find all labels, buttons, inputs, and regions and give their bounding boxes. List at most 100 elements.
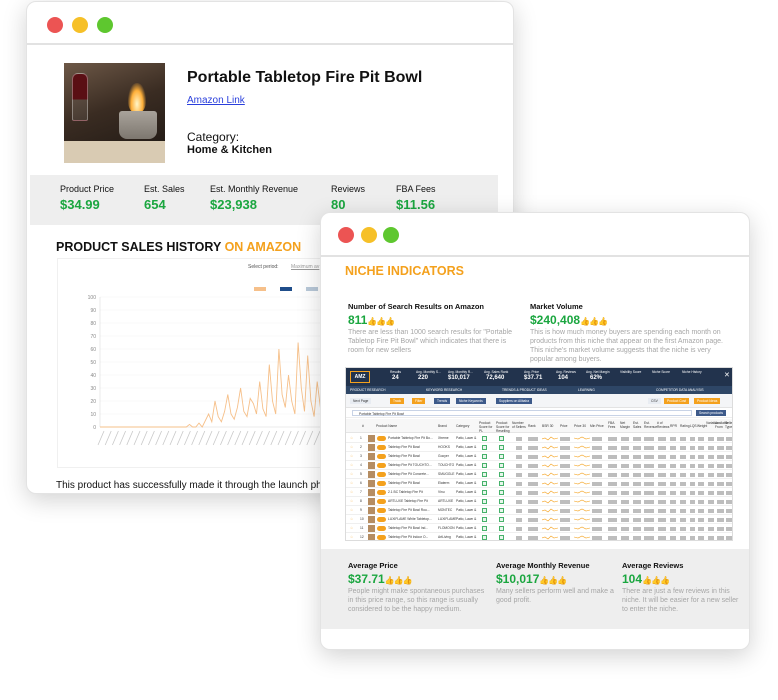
- x-tick-mark: [97, 430, 105, 446]
- table-row[interactable]: ☆ 8 ARTLUXE Tabletop Fire Pit ARTLUXE Patio,…: [346, 497, 732, 506]
- product-name[interactable]: Tabletop Fire Pit TOUCHTO...: [388, 463, 436, 467]
- product-name[interactable]: LUXIFLAME White Tabletop...: [388, 517, 436, 521]
- product-name[interactable]: Tabletop Fire Pit Bowl: [388, 454, 436, 458]
- cell: [698, 491, 704, 495]
- amazon-link[interactable]: Amazon Link: [187, 95, 245, 106]
- star-icon[interactable]: ☆: [350, 517, 353, 521]
- x-tick-mark: [270, 430, 278, 446]
- product-thumbnail: [368, 516, 375, 523]
- star-icon[interactable]: ☆: [350, 490, 353, 494]
- row-number: 4: [360, 463, 362, 467]
- search-products-button[interactable]: Search products: [696, 410, 726, 416]
- table-row[interactable]: ☆ 1 Portable Tabletop Fire Pit Bo... Xtreme…: [346, 434, 732, 443]
- table-row[interactable]: ☆ 9 Tabletop Fire Pit Bowl Rou... MONTEC Pat…: [346, 506, 732, 515]
- table-row[interactable]: ☆ 12 Tabletop Fire Pit Indoor O... ArtLivin…: [346, 533, 732, 540]
- max-period-link[interactable]: Maximum av: [291, 264, 319, 270]
- row-number: 3: [360, 454, 362, 458]
- cell: [680, 473, 686, 477]
- product-name[interactable]: Tabletop Fire Pit Bowl: [388, 481, 436, 485]
- cell: [717, 518, 724, 522]
- cell: [670, 500, 676, 504]
- price-sparkline: [574, 463, 590, 467]
- product-name[interactable]: Portable Tabletop Fire Pit Bo...: [388, 436, 436, 440]
- minimize-window-button[interactable]: [72, 17, 88, 33]
- star-icon[interactable]: ☆: [350, 535, 353, 539]
- pl-score: [482, 525, 487, 531]
- y-tick-label: 20: [90, 399, 96, 405]
- table-row[interactable]: ☆ 10 LUXIFLAME White Tabletop... LUXIFLAME P…: [346, 515, 732, 524]
- cell: [726, 527, 732, 531]
- cell: [698, 455, 704, 459]
- table-row[interactable]: ☆ 3 Tabletop Fire Pit Bowl Gooyer Patio, Law…: [346, 452, 732, 461]
- pl-score: [482, 516, 487, 522]
- pl-score: [482, 444, 487, 450]
- cell: [726, 509, 732, 513]
- product-name[interactable]: Tabletop Fire Pit Bowl Ind...: [388, 526, 436, 530]
- table-row[interactable]: ☆ 5 Tabletop Fire Pit Concrete... SMUGGLE Pa…: [346, 470, 732, 479]
- pl-score: [482, 462, 487, 468]
- cell: [708, 509, 714, 513]
- stat-est-monthly-revenue: Est. Monthly Revenue $23,938: [210, 184, 299, 212]
- product-name[interactable]: 2.1 BC Tabletop Fire Pit: [388, 490, 436, 494]
- cell: [516, 473, 522, 477]
- cell: [717, 464, 724, 468]
- table-row[interactable]: ☆ 11 Tabletop Fire Pit Bowl Ind... FLOMOON P…: [346, 524, 732, 533]
- table-row[interactable]: ☆ 6 Tabletop Fire Pit Bowl Elaterm Patio, La…: [346, 479, 732, 488]
- x-tick-mark: [162, 430, 170, 446]
- cell: [680, 518, 686, 522]
- product-badge: [377, 454, 386, 459]
- close-window-button[interactable]: [47, 17, 63, 33]
- cell: [621, 482, 629, 486]
- maximize-window-button[interactable]: [383, 227, 399, 243]
- star-icon[interactable]: ☆: [350, 481, 353, 485]
- cell: [608, 491, 617, 495]
- maximize-window-button[interactable]: [97, 17, 113, 33]
- product-name[interactable]: Tabletop Fire Pit Bowl Rou...: [388, 508, 436, 512]
- brand: FLOMOON: [438, 526, 455, 530]
- x-tick-mark: [119, 430, 126, 446]
- row-number: 7: [360, 490, 362, 494]
- product-thumbnail: [368, 489, 375, 496]
- product-name[interactable]: ARTLUXE Tabletop Fire Pit: [388, 499, 436, 503]
- cell: [560, 446, 570, 450]
- product-name[interactable]: Tabletop Fire Pit Indoor O...: [388, 535, 436, 539]
- star-icon[interactable]: ☆: [350, 472, 353, 476]
- star-icon[interactable]: ☆: [350, 436, 353, 440]
- brand: HOOKS: [438, 445, 450, 449]
- minimize-window-button[interactable]: [361, 227, 377, 243]
- close-window-button[interactable]: [338, 227, 354, 243]
- cell: [680, 446, 686, 450]
- bsr-sparkline: [542, 463, 558, 468]
- star-icon[interactable]: ☆: [350, 463, 353, 467]
- cell: [708, 536, 714, 540]
- product-name[interactable]: Tabletop Fire Pit Concrete...: [388, 472, 436, 476]
- cell: [726, 500, 732, 504]
- product-research-table-preview: AMZ Results 24 Avg. Monthly S... 220 Avg. …: [345, 367, 733, 541]
- product-name[interactable]: Tabletop Fire Pit Bowl: [388, 445, 436, 449]
- x-tick-mark: [299, 430, 306, 446]
- table-header: # Product Name Brand Category Product Sc…: [346, 419, 732, 433]
- price-sparkline: [574, 445, 590, 449]
- star-icon[interactable]: ☆: [350, 526, 353, 530]
- cell: [621, 491, 629, 495]
- star-icon[interactable]: ☆: [350, 499, 353, 503]
- cell: [644, 482, 654, 486]
- table-row[interactable]: ☆ 2 Tabletop Fire Pit Bowl HOOKS Patio, Lawn…: [346, 443, 732, 452]
- close-icon[interactable]: ✕: [724, 371, 730, 379]
- stat-est-sales: Est. Sales 654: [144, 184, 185, 212]
- cell: [608, 455, 617, 459]
- search-input[interactable]: Portable Tabletop Fire Pit Bowl: [352, 410, 692, 416]
- cell: [528, 446, 538, 450]
- table-row[interactable]: ☆ 4 Tabletop Fire Pit TOUCHTO... TOUCHTO Pat…: [346, 461, 732, 470]
- star-icon[interactable]: ☆: [350, 454, 353, 458]
- brand: SMUGGLE: [438, 472, 455, 476]
- product-image: [64, 63, 165, 163]
- product-thumbnail: [368, 462, 375, 469]
- table-row[interactable]: ☆ 7 2.1 BC Tabletop Fire Pit Vinu Patio, Law…: [346, 488, 732, 497]
- sales-history-chart: Select period: Maximum av 0 10 20 30 40 50 60 7…: [57, 258, 347, 468]
- cell: [621, 500, 629, 504]
- product-badge: [377, 508, 386, 513]
- product-thumbnail: [368, 444, 375, 451]
- star-icon[interactable]: ☆: [350, 445, 353, 449]
- star-icon[interactable]: ☆: [350, 508, 353, 512]
